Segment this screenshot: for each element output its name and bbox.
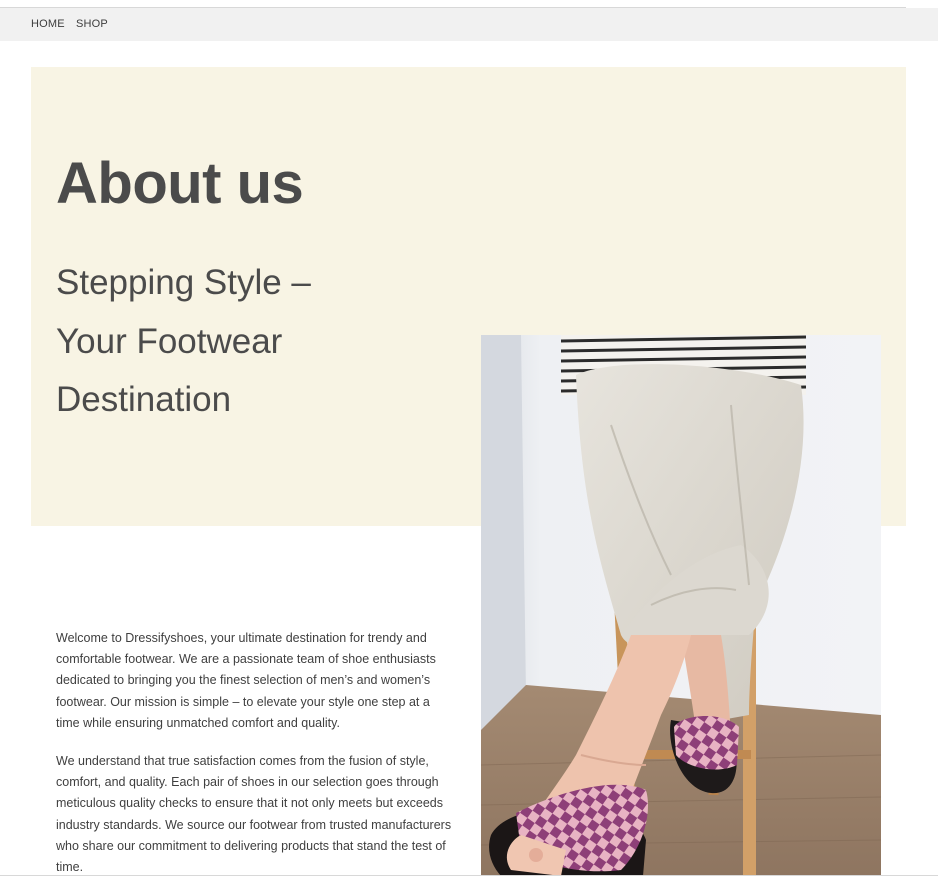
about-paragraph-1: Welcome to Dressifyshoes, your ultimate … [56, 631, 436, 730]
page-title: About us [56, 151, 304, 216]
hero-subtitle-line: Your Footwear [56, 321, 283, 361]
top-navbar: HOME SHOP [0, 8, 938, 41]
sandal-photo [481, 335, 881, 876]
hero-subtitle-line: Stepping Style – [56, 263, 311, 302]
about-page: HOME SHOP About us Stepping Style – Your… [0, 0, 938, 876]
hero-subtitle: Stepping Style – Your Footwear Destinati… [56, 254, 436, 430]
about-content: Welcome to Dressifyshoes, your ultimate … [56, 628, 456, 876]
hero-subtitle-line: Destination [56, 380, 232, 419]
nav-shop-link[interactable]: SHOP [76, 18, 108, 31]
nav-home-link[interactable]: HOME [31, 18, 65, 31]
about-paragraph-2: We understand that true satisfaction com… [56, 754, 452, 875]
sandal-photo-illustration [481, 335, 881, 876]
